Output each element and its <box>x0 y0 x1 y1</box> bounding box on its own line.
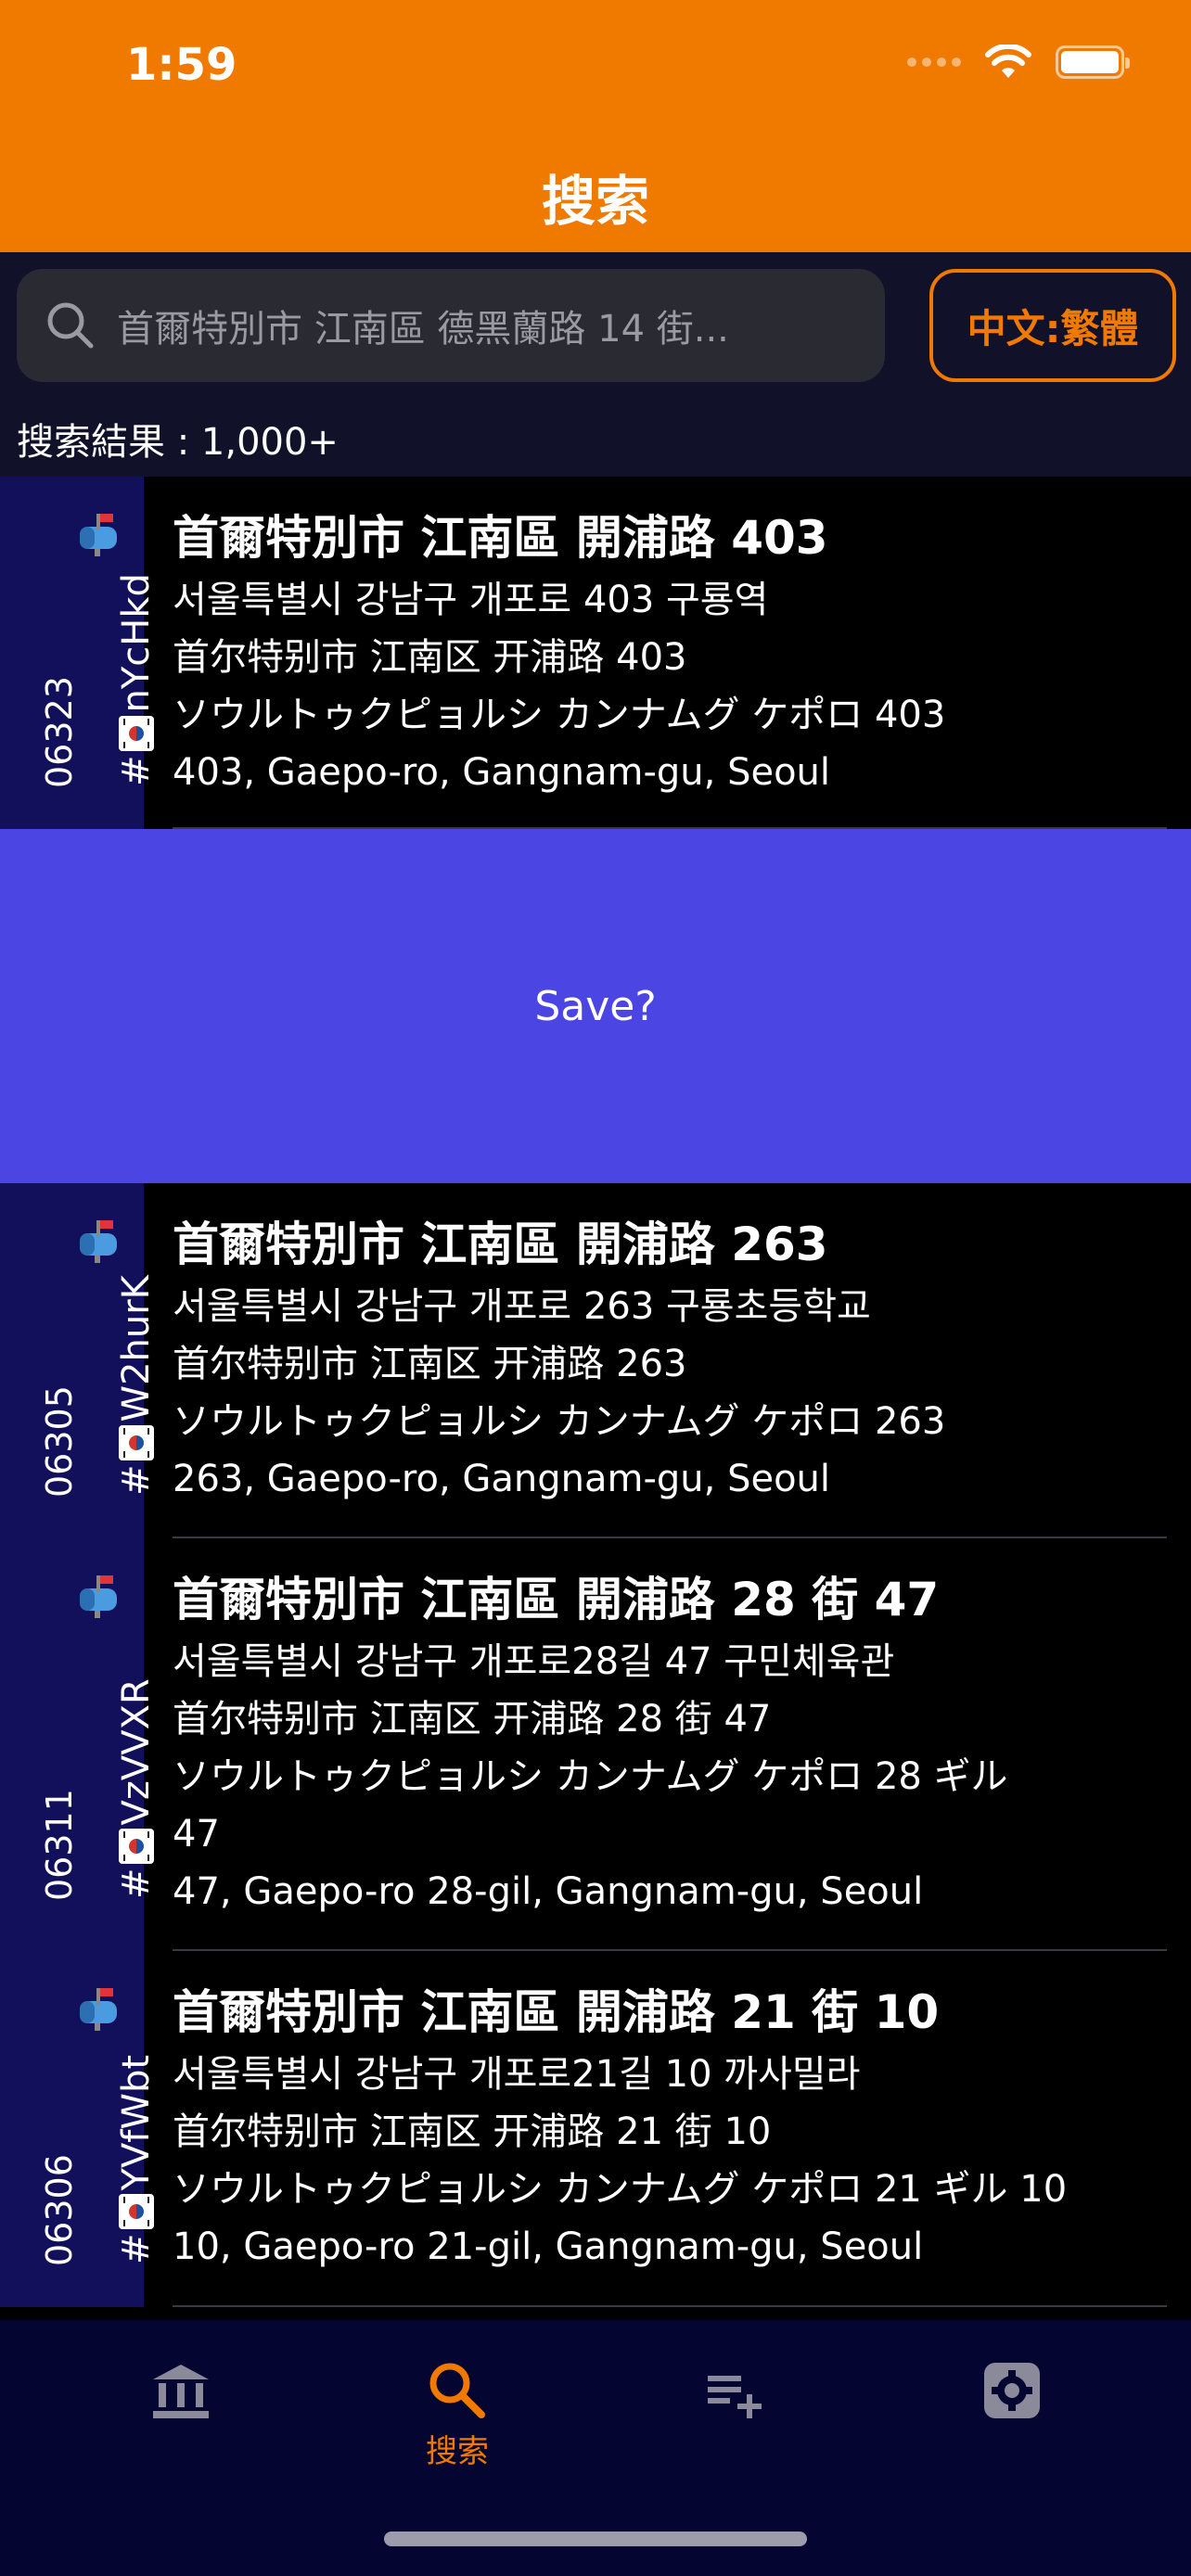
mailbox-icon <box>80 1220 117 1263</box>
address-korean: 서울특별시 강남구 개포로28길 47 구민체육관 <box>173 1640 895 1683</box>
search-icon <box>429 2363 485 2418</box>
row-code-text: nYcHkd <box>115 573 158 713</box>
status-indicators <box>907 45 1130 80</box>
hash-sign: # <box>115 2233 158 2264</box>
save-button[interactable]: Save? <box>0 829 1191 1183</box>
list-item[interactable]: # W2hurK 06305 首爾特別市 江南區 開浦路 263 서울특별시 강… <box>0 1183 1191 1538</box>
address-title: 首爾特別市 江南區 開浦路 263 <box>173 1218 828 1271</box>
tab-playlist-add[interactable] <box>666 2357 805 2478</box>
hash-sign: # <box>115 755 158 786</box>
address-korean: 서울특별시 강남구 개포로 263 구룡초등학교 <box>173 1285 871 1328</box>
bank-icon <box>153 2365 209 2418</box>
row-code: # W2hurK <box>115 1275 158 1496</box>
address-english: 47, Gaepo-ro 28-gil, Gangnam-gu, Seoul <box>173 1870 924 1913</box>
row-code-text: YVfWbt <box>115 2054 158 2191</box>
row-code: # YVfWbt <box>115 2055 158 2264</box>
row-zip: 06323 <box>39 676 80 788</box>
address-korean: 서울특별시 강남구 개포로 403 구룡역 <box>173 579 769 621</box>
search-area: 首爾特別市 江南區 德黑蘭路 14 街... 中文:繁體 搜索結果 : 1,00… <box>0 252 1191 477</box>
address-japanese: ソウルトゥクピョルシ カンナムグ ケポロ 21 ギル 10 <box>173 2168 1068 2211</box>
list-item[interactable]: # VzVVXR 06311 首爾特別市 江南區 開浦路 28 街 47 서울특… <box>0 1538 1191 1951</box>
app-header: 1:59 搜索 <box>0 0 1191 252</box>
status-time: 1:59 <box>126 39 237 91</box>
home-indicator[interactable] <box>384 2531 807 2546</box>
tab-search-label: 搜索 <box>426 2433 489 2470</box>
row-content: 首爾特別市 江南區 開浦路 403 서울특별시 강남구 개포로 403 구룡역 … <box>173 504 1172 801</box>
row-content: 首爾特別市 江南區 開浦路 263 서울특별시 강남구 개포로 263 구룡초등… <box>173 1211 1172 1508</box>
address-chinese-simplified: 首尔特别市 江南区 开浦路 21 街 10 <box>173 2111 772 2153</box>
row-zip: 06311 <box>39 1789 80 1901</box>
list-item[interactable]: # YVfWbt 06306 首爾特別市 江南區 開浦路 21 街 10 서울특… <box>0 1951 1191 2307</box>
search-input[interactable]: 首爾特別市 江南區 德黑蘭路 14 街... <box>17 269 885 382</box>
playlist-add-icon <box>708 2376 762 2418</box>
row-code: # VzVVXR <box>115 1678 158 1899</box>
row-side-panel: # W2hurK 06305 <box>0 1183 158 1538</box>
hash-sign: # <box>115 1868 158 1899</box>
result-count: 搜索結果 : 1,000+ <box>17 421 339 464</box>
address-japanese: ソウルトゥクピョルシ カンナムグ ケポロ 403 <box>173 694 946 736</box>
row-zip: 06305 <box>39 1385 80 1498</box>
address-title: 首爾特別市 江南區 開浦路 21 街 10 <box>173 1985 940 2039</box>
korea-flag-icon <box>119 1829 154 1865</box>
battery-icon <box>1056 45 1130 79</box>
korea-flag-icon <box>119 2194 154 2230</box>
row-code-text: VzVVXR <box>115 1678 158 1826</box>
address-japanese-cont: 47 <box>173 1813 220 1855</box>
hash-sign: # <box>115 1464 158 1496</box>
row-divider <box>173 2305 1167 2307</box>
row-side-panel: # nYcHkd 06323 <box>0 477 158 829</box>
address-chinese-simplified: 首尔特别市 江南区 开浦路 263 <box>173 1343 687 1385</box>
address-chinese-simplified: 首尔特别市 江南区 开浦路 28 街 47 <box>173 1698 772 1741</box>
settings-icon <box>984 2363 1040 2418</box>
korea-flag-icon <box>119 1425 154 1461</box>
address-title: 首爾特別市 江南區 開浦路 28 街 47 <box>173 1573 940 1626</box>
address-chinese-simplified: 首尔特别市 江南区 开浦路 403 <box>173 636 687 679</box>
page-title: 搜索 <box>541 170 649 233</box>
screen: 1:59 搜索 首爾特別市 江南區 德黑蘭路 14 街... 中文:繁體 搜索結… <box>0 0 1191 2576</box>
address-english: 263, Gaepo-ro, Gangnam-gu, Seoul <box>173 1458 831 1500</box>
address-english: 403, Gaepo-ro, Gangnam-gu, Seoul <box>173 751 831 794</box>
tab-settings[interactable] <box>942 2357 1082 2478</box>
address-english: 10, Gaepo-ro 21-gil, Gangnam-gu, Seoul <box>173 2225 924 2268</box>
row-zip: 06306 <box>39 2154 80 2266</box>
row-side-panel: # VzVVXR 06311 <box>0 1538 158 1951</box>
tab-bank[interactable] <box>111 2357 250 2478</box>
row-code: # nYcHkd <box>115 573 158 786</box>
mailbox-icon <box>80 514 117 556</box>
cellular-signal-icon <box>907 57 961 67</box>
tab-search[interactable]: 搜索 <box>388 2357 527 2478</box>
row-side-panel: # YVfWbt 06306 <box>0 1951 158 2307</box>
mailbox-icon <box>80 1988 117 2031</box>
language-button[interactable]: 中文:繁體 <box>929 269 1176 382</box>
address-japanese: ソウルトゥクピョルシ カンナムグ ケポロ 263 <box>173 1400 946 1443</box>
list-item[interactable]: # nYcHkd 06323 首爾特別市 江南區 開浦路 403 서울특별시 강… <box>0 477 1191 829</box>
row-content: 首爾特別市 江南區 開浦路 21 街 10 서울특별시 강남구 개포로21길 1… <box>173 1979 1172 2276</box>
address-japanese: ソウルトゥクピョルシ カンナムグ ケポロ 28 ギル <box>173 1755 1008 1798</box>
row-content: 首爾特別市 江南區 開浦路 28 街 47 서울특별시 강남구 개포로28길 4… <box>173 1566 1172 1920</box>
row-code-text: W2hurK <box>115 1275 158 1422</box>
search-icon <box>47 302 94 349</box>
wifi-icon <box>985 45 1031 78</box>
search-placeholder: 首爾特別市 江南區 德黑蘭路 14 街... <box>117 308 729 351</box>
address-title: 首爾特別市 江南區 開浦路 403 <box>173 511 828 565</box>
address-korean: 서울특별시 강남구 개포로21길 10 까사밀라 <box>173 2053 861 2096</box>
mailbox-icon <box>80 1575 117 1618</box>
korea-flag-icon <box>119 716 154 752</box>
